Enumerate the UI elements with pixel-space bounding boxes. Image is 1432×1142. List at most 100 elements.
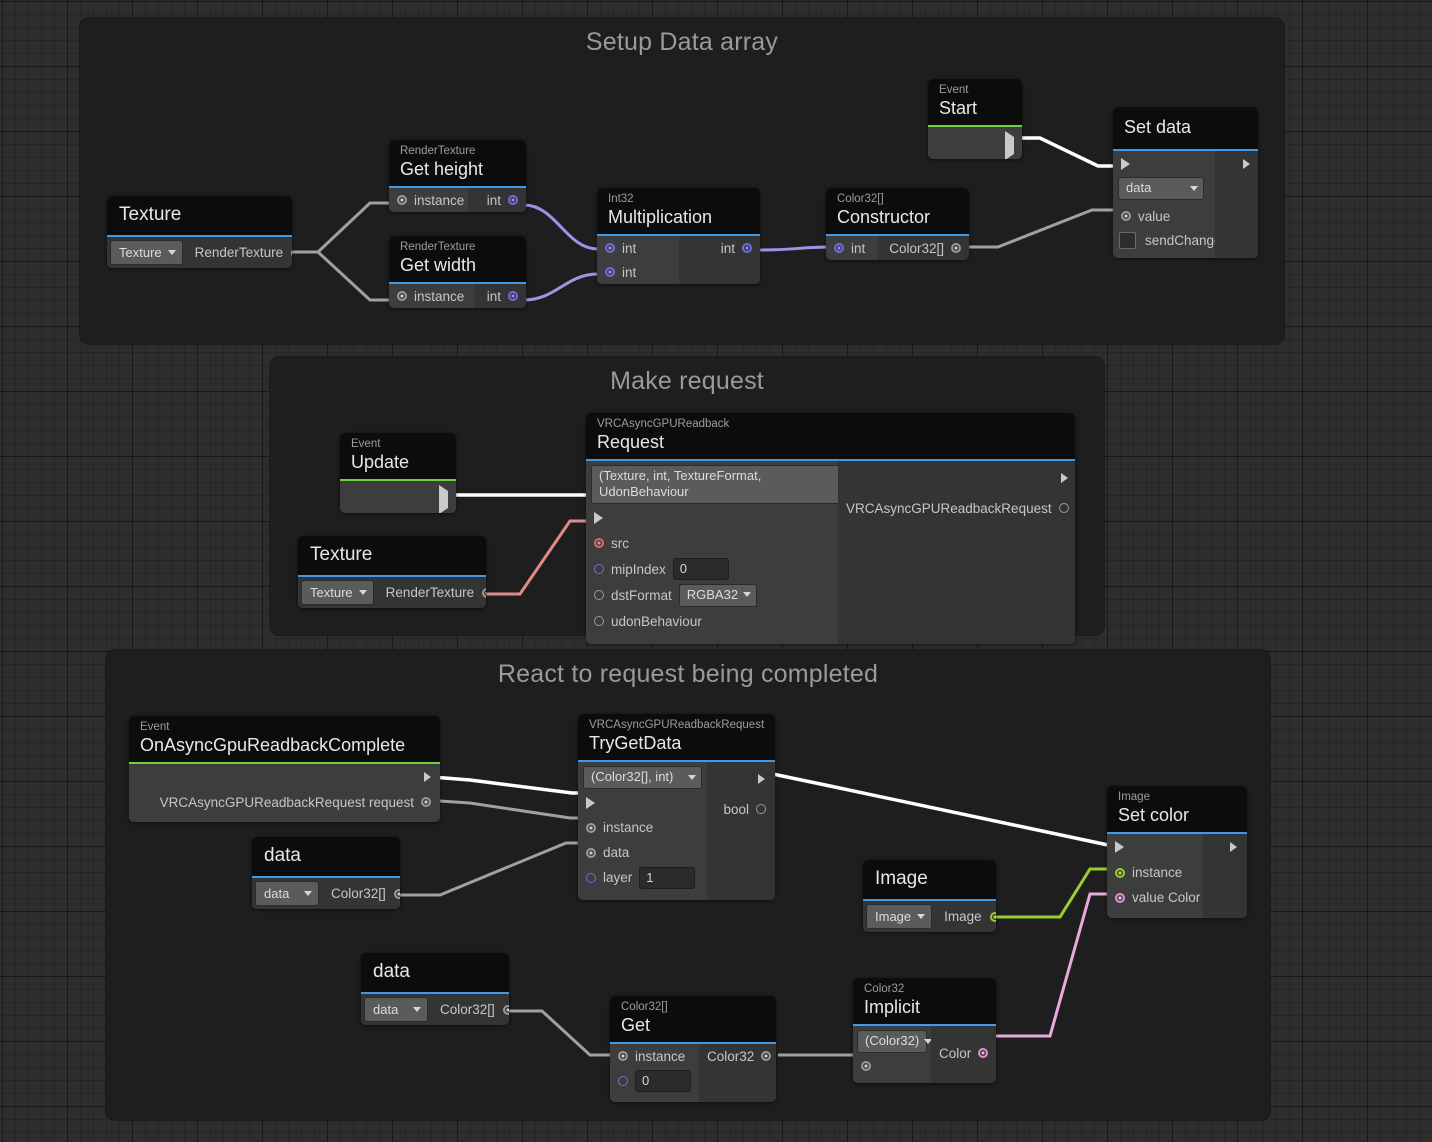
flow-input-row[interactable]	[1107, 834, 1203, 860]
input-row-instance[interactable]: instance	[1107, 860, 1203, 885]
output-row-color32[interactable]: Color32	[699, 1044, 776, 1068]
send-change-checkbox[interactable]	[1119, 232, 1136, 249]
node-color32-constructor[interactable]: Color32[] Constructor int Color32[]	[826, 188, 969, 260]
input-port[interactable]	[605, 267, 615, 277]
output-row-request[interactable]: VRCAsyncGPUReadbackRequest	[838, 495, 1075, 521]
input-port[interactable]	[834, 243, 844, 253]
node-event-on-async-gpu-readback-complete[interactable]: Event OnAsyncGpuReadbackComplete VRCAsyn…	[129, 716, 440, 822]
flow-output-arrow-icon[interactable]	[439, 485, 448, 513]
flow-input-arrow-icon[interactable]	[594, 512, 603, 524]
node-get-width[interactable]: RenderTexture Get width instance int	[389, 236, 526, 308]
input-row-instance[interactable]: instance	[389, 188, 468, 212]
node-texture-variable-2[interactable]: Texture Texture RenderTexture	[298, 536, 486, 608]
layer-input[interactable]: 1	[639, 867, 695, 889]
output-row-int[interactable]: int	[474, 284, 526, 308]
input-row-instance[interactable]: instance	[389, 284, 474, 308]
input-row-int-a[interactable]: int	[597, 236, 679, 260]
output-row-bool[interactable]: bool	[707, 796, 775, 822]
input-port[interactable]	[397, 291, 407, 301]
output-row-request[interactable]: VRCAsyncGPUReadbackRequest request	[129, 790, 440, 814]
node-event-start[interactable]: Event Start	[928, 79, 1022, 159]
conversion-signature-select[interactable]: (Color32)	[857, 1030, 927, 1053]
variable-dropdown[interactable]: Texture	[110, 240, 183, 265]
output-port[interactable]	[756, 804, 766, 814]
variable-select[interactable]: data	[1118, 177, 1204, 200]
input-port[interactable]	[594, 590, 604, 600]
output-row-int[interactable]: int	[679, 236, 760, 260]
output-port[interactable]	[1059, 503, 1069, 513]
node-try-get-data[interactable]: VRCAsyncGPUReadbackRequest TryGetData (C…	[578, 714, 775, 900]
input-row-mipindex[interactable]: mipIndex 0	[586, 556, 838, 582]
index-input[interactable]: 0	[635, 1070, 691, 1092]
flow-output-row[interactable]	[707, 762, 775, 796]
flow-output-arrow-icon[interactable]	[1230, 842, 1237, 852]
input-row-int-b[interactable]: int	[597, 260, 679, 284]
input-row-udonbehaviour[interactable]: udonBehaviour	[586, 608, 838, 634]
output-port[interactable]	[508, 291, 518, 301]
input-port[interactable]	[594, 564, 604, 574]
method-signature-select[interactable]: (Texture, int, TextureFormat, UdonBehavi…	[591, 465, 863, 504]
input-port[interactable]	[618, 1051, 628, 1061]
node-event-update[interactable]: Event Update	[340, 433, 456, 513]
flow-input-arrow-icon[interactable]	[1115, 841, 1124, 853]
input-port[interactable]	[397, 195, 407, 205]
node-data-variable-1[interactable]: data data Color32[]	[252, 837, 400, 909]
mipindex-input[interactable]: 0	[673, 558, 729, 580]
output-port[interactable]	[951, 243, 961, 253]
output-port[interactable]	[508, 195, 518, 205]
group-setup-data-array[interactable]: Setup Data array	[80, 18, 1284, 344]
input-row-int[interactable]: int	[826, 236, 878, 260]
input-row-index[interactable]: 0	[610, 1068, 699, 1094]
flow-output-row[interactable]	[1215, 151, 1258, 177]
flow-input-row[interactable]	[586, 506, 838, 530]
flow-output-row[interactable]	[838, 461, 1075, 495]
method-signature-select[interactable]: (Color32[], int)	[583, 766, 702, 789]
node-data-variable-2[interactable]: data data Color32[]	[361, 953, 509, 1025]
node-vrc-async-gpu-readback-request[interactable]: VRCAsyncGPUReadback Request (Texture, in…	[586, 413, 1075, 644]
input-port[interactable]	[1121, 211, 1131, 221]
input-row-value[interactable]: value	[1113, 204, 1215, 228]
output-port[interactable]	[421, 797, 431, 807]
input-port[interactable]	[618, 1076, 628, 1086]
variable-dropdown[interactable]: data	[364, 997, 428, 1022]
input-port[interactable]	[586, 823, 596, 833]
output-port[interactable]	[503, 1005, 509, 1015]
variable-dropdown[interactable]: Image	[866, 904, 932, 929]
input-port[interactable]	[605, 243, 615, 253]
flow-output-arrow-icon[interactable]	[1005, 131, 1014, 159]
flow-input-arrow-icon[interactable]	[586, 797, 595, 809]
flow-output-arrow-icon[interactable]	[1061, 473, 1068, 483]
flow-input-row[interactable]	[1113, 151, 1215, 177]
input-row-data[interactable]: data	[578, 840, 707, 865]
input-row-send-change[interactable]: sendChange	[1113, 228, 1215, 252]
input-row-layer[interactable]: layer 1	[578, 865, 707, 890]
input-port[interactable]	[1115, 893, 1125, 903]
dstformat-select[interactable]: RGBA32	[679, 584, 757, 607]
input-row-src[interactable]: src	[586, 530, 838, 556]
node-set-color[interactable]: Image Set color instance value Color	[1107, 786, 1247, 918]
input-row-value-color[interactable]: value Color	[1107, 885, 1203, 910]
node-set-data[interactable]: Set data data value	[1113, 107, 1258, 258]
flow-output-arrow-icon[interactable]	[424, 772, 431, 782]
node-color32-implicit[interactable]: Color32 Implicit (Color32) Color	[853, 978, 996, 1083]
input-row-instance[interactable]: instance	[578, 815, 707, 840]
variable-dropdown[interactable]: data	[255, 881, 319, 906]
node-texture-variable-1[interactable]: Texture Texture RenderTexture	[107, 196, 292, 268]
node-image-variable[interactable]: Image Image Image	[863, 860, 996, 932]
output-port[interactable]	[394, 889, 400, 899]
flow-input-row[interactable]	[578, 791, 707, 815]
flow-output-arrow-icon[interactable]	[758, 774, 765, 784]
input-row-instance[interactable]: instance	[610, 1044, 699, 1068]
output-row-color32arr[interactable]: Color32[]	[878, 236, 969, 260]
input-port[interactable]	[586, 848, 596, 858]
flow-output-row[interactable]	[129, 764, 440, 790]
input-row-dstformat[interactable]: dstFormat RGBA32	[586, 582, 838, 608]
flow-output-arrow-icon[interactable]	[1243, 159, 1250, 169]
variable-dropdown[interactable]: Texture	[301, 580, 374, 605]
output-port[interactable]	[978, 1048, 988, 1058]
output-port[interactable]	[761, 1051, 771, 1061]
node-color32-array-get[interactable]: Color32[] Get instance 0 Color32	[610, 996, 776, 1102]
output-port[interactable]	[482, 588, 486, 598]
flow-output-row[interactable]	[1203, 834, 1247, 860]
udon-graph-canvas[interactable]: Setup Data array Make request React to r…	[0, 0, 1432, 1142]
